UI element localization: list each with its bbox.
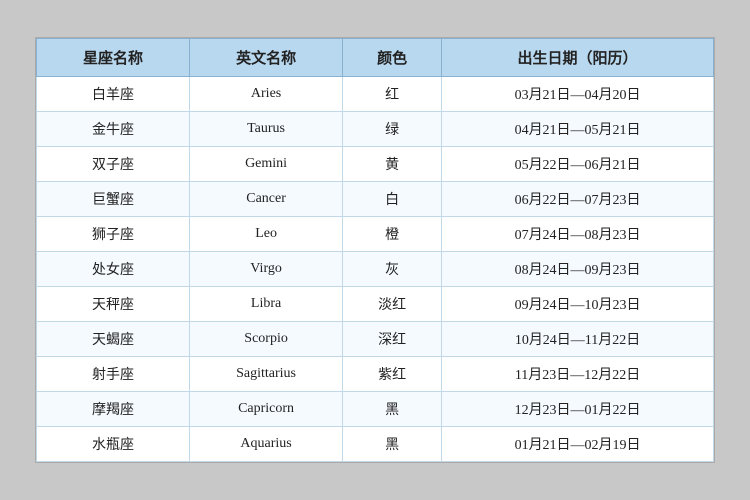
- cell-color: 灰: [343, 252, 442, 287]
- table-row: 处女座Virgo灰08月24日—09月23日: [37, 252, 714, 287]
- header-english-name: 英文名称: [190, 39, 343, 77]
- table-row: 天蝎座Scorpio深红10月24日—11月22日: [37, 322, 714, 357]
- cell-dates: 07月24日—08月23日: [442, 217, 714, 252]
- cell-color: 淡红: [343, 287, 442, 322]
- cell-dates: 08月24日—09月23日: [442, 252, 714, 287]
- cell-english-name: Aquarius: [190, 427, 343, 462]
- table-row: 白羊座Aries红03月21日—04月20日: [37, 77, 714, 112]
- cell-color: 黄: [343, 147, 442, 182]
- cell-english-name: Virgo: [190, 252, 343, 287]
- header-dates: 出生日期（阳历）: [442, 39, 714, 77]
- zodiac-table: 星座名称 英文名称 颜色 出生日期（阳历） 白羊座Aries红03月21日—04…: [36, 38, 714, 462]
- cell-color: 橙: [343, 217, 442, 252]
- cell-color: 黑: [343, 427, 442, 462]
- table-row: 巨蟹座Cancer白06月22日—07月23日: [37, 182, 714, 217]
- zodiac-table-wrapper: 星座名称 英文名称 颜色 出生日期（阳历） 白羊座Aries红03月21日—04…: [35, 37, 715, 463]
- cell-english-name: Aries: [190, 77, 343, 112]
- cell-dates: 01月21日—02月19日: [442, 427, 714, 462]
- table-row: 狮子座Leo橙07月24日—08月23日: [37, 217, 714, 252]
- cell-chinese-name: 天秤座: [37, 287, 190, 322]
- cell-color: 黑: [343, 392, 442, 427]
- table-body: 白羊座Aries红03月21日—04月20日金牛座Taurus绿04月21日—0…: [37, 77, 714, 462]
- header-color: 颜色: [343, 39, 442, 77]
- cell-dates: 06月22日—07月23日: [442, 182, 714, 217]
- cell-dates: 09月24日—10月23日: [442, 287, 714, 322]
- cell-english-name: Gemini: [190, 147, 343, 182]
- cell-chinese-name: 巨蟹座: [37, 182, 190, 217]
- cell-dates: 03月21日—04月20日: [442, 77, 714, 112]
- cell-english-name: Capricorn: [190, 392, 343, 427]
- table-row: 金牛座Taurus绿04月21日—05月21日: [37, 112, 714, 147]
- cell-dates: 11月23日—12月22日: [442, 357, 714, 392]
- cell-chinese-name: 处女座: [37, 252, 190, 287]
- cell-chinese-name: 天蝎座: [37, 322, 190, 357]
- cell-color: 紫红: [343, 357, 442, 392]
- cell-chinese-name: 狮子座: [37, 217, 190, 252]
- cell-english-name: Taurus: [190, 112, 343, 147]
- cell-color: 白: [343, 182, 442, 217]
- header-chinese-name: 星座名称: [37, 39, 190, 77]
- cell-dates: 10月24日—11月22日: [442, 322, 714, 357]
- table-row: 天秤座Libra淡红09月24日—10月23日: [37, 287, 714, 322]
- table-row: 摩羯座Capricorn黑12月23日—01月22日: [37, 392, 714, 427]
- cell-chinese-name: 水瓶座: [37, 427, 190, 462]
- table-row: 水瓶座Aquarius黑01月21日—02月19日: [37, 427, 714, 462]
- cell-chinese-name: 射手座: [37, 357, 190, 392]
- cell-english-name: Scorpio: [190, 322, 343, 357]
- table-header-row: 星座名称 英文名称 颜色 出生日期（阳历）: [37, 39, 714, 77]
- cell-dates: 12月23日—01月22日: [442, 392, 714, 427]
- cell-chinese-name: 白羊座: [37, 77, 190, 112]
- cell-dates: 04月21日—05月21日: [442, 112, 714, 147]
- cell-english-name: Leo: [190, 217, 343, 252]
- cell-chinese-name: 双子座: [37, 147, 190, 182]
- table-row: 双子座Gemini黄05月22日—06月21日: [37, 147, 714, 182]
- cell-color: 绿: [343, 112, 442, 147]
- cell-chinese-name: 金牛座: [37, 112, 190, 147]
- cell-english-name: Sagittarius: [190, 357, 343, 392]
- cell-english-name: Libra: [190, 287, 343, 322]
- table-row: 射手座Sagittarius紫红11月23日—12月22日: [37, 357, 714, 392]
- cell-color: 红: [343, 77, 442, 112]
- cell-dates: 05月22日—06月21日: [442, 147, 714, 182]
- cell-chinese-name: 摩羯座: [37, 392, 190, 427]
- cell-english-name: Cancer: [190, 182, 343, 217]
- cell-color: 深红: [343, 322, 442, 357]
